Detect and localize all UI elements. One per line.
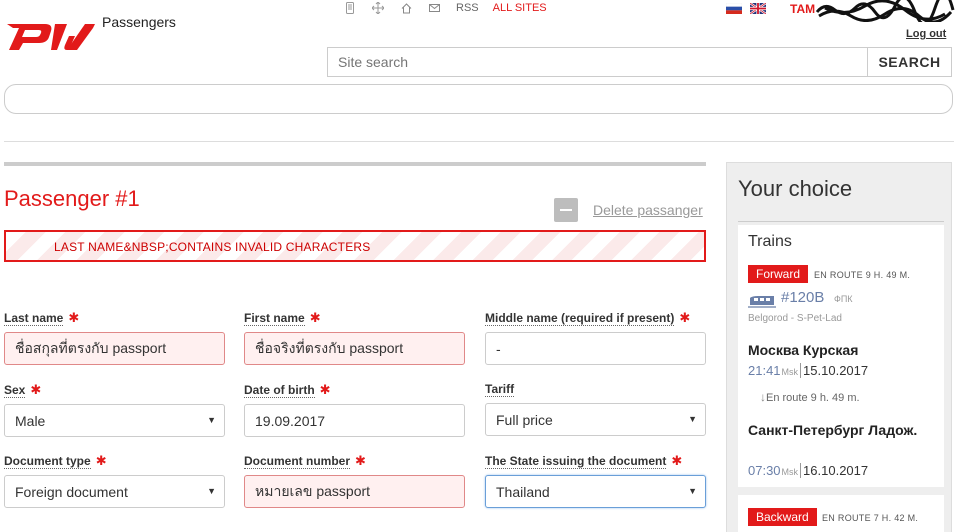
user-name[interactable]: TAM (790, 2, 815, 16)
dob-label: Date of birth (244, 382, 315, 398)
required-icon: ✱ (68, 310, 80, 325)
arr-date: 16.10.2017 (800, 463, 869, 478)
first-name-input[interactable]: ชื่อจริงที่ตรงกับ passport (244, 332, 465, 365)
forward-route-time: EN ROUTE 9 H. 49 M. (814, 270, 911, 280)
your-choice-panel: Your choice Trains Forward EN ROUTE 9 H.… (726, 162, 952, 532)
state-select[interactable]: Thailand (485, 475, 706, 508)
doc-number-group: Document number ✱ หมายเลข passport (244, 453, 465, 508)
divider (4, 141, 954, 142)
middle-name-input[interactable]: - (485, 332, 706, 365)
minus-icon[interactable] (554, 198, 578, 222)
forward-badge: Forward (748, 265, 809, 283)
arrival-station: Санкт-Петербург Ладож. (748, 422, 918, 438)
doc-type-select[interactable]: Foreign document (4, 475, 225, 508)
rzd-logo[interactable] (5, 14, 97, 57)
last-name-label: Last name (4, 310, 64, 326)
train-route: Belgorod - S-Pet-Lad (748, 313, 842, 324)
sitemap-icon[interactable] (364, 2, 392, 14)
trains-heading: Trains (748, 233, 792, 250)
arr-tz: Msk (781, 467, 799, 477)
error-text: LAST NAME&NBSP;CONTAINS INVALID CHARACTE… (54, 240, 371, 254)
train-card-backward: Backward EN ROUTE 7 H. 42 M. (738, 495, 944, 532)
logout-link[interactable]: Log out (906, 28, 946, 40)
home-icon[interactable] (392, 2, 420, 14)
search-button[interactable]: SEARCH (867, 48, 951, 76)
site-name: Passengers (102, 14, 176, 30)
train-number[interactable]: #120B (781, 289, 824, 306)
departure-time: 21:41Msk 15.10.2017 (748, 363, 869, 378)
dob-group: Date of birth ✱ 19.09.2017 (244, 382, 465, 437)
sex-label: Sex (4, 382, 26, 398)
first-name-label: First name (244, 310, 305, 326)
required-icon: ✱ (671, 453, 683, 468)
rss-link[interactable]: RSS (456, 2, 479, 14)
dep-date: 15.10.2017 (800, 363, 869, 378)
train-company: ФПК (834, 294, 853, 304)
language-switcher (726, 3, 766, 14)
required-icon: ✱ (95, 453, 107, 468)
train-icon (748, 296, 776, 308)
doc-type-label: Document type (4, 453, 91, 469)
last-name-group: Last name ✱ ชื่อสกุลที่ตรงกับ passport (4, 310, 225, 365)
doc-number-input[interactable]: หมายเลข passport (244, 475, 465, 508)
required-icon: ✱ (679, 310, 691, 325)
doc-number-label: Document number (244, 453, 351, 469)
russian-flag-icon[interactable] (726, 3, 742, 14)
dob-input[interactable]: 19.09.2017 (244, 404, 465, 437)
search-input[interactable] (328, 48, 867, 76)
doc-type-group: Document type ✱ Foreign document (4, 453, 225, 508)
en-route-duration: ↓En route 9 h. 49 m. (760, 390, 860, 404)
tariff-select[interactable]: Full price (485, 403, 706, 436)
tariff-label: Tariff (485, 382, 515, 397)
middle-name-group: Middle name (required if present) ✱ - (485, 310, 706, 365)
redacted-scribble (815, 0, 955, 22)
passenger-title: Passenger #1 (4, 186, 140, 211)
top-nav: RSS ALL SITES (336, 2, 547, 14)
required-icon: ✱ (319, 382, 331, 397)
last-name-input[interactable]: ชื่อสกุลที่ตรงกับ passport (4, 332, 225, 365)
divider (738, 221, 944, 222)
sex-group: Sex ✱ Male (4, 382, 225, 437)
tariff-group: Tariff Full price (485, 382, 706, 436)
state-group: The State issuing the document ✱ Thailand (485, 453, 706, 508)
required-icon: ✱ (309, 310, 321, 325)
backward-route-time: EN ROUTE 7 H. 42 M. (822, 513, 919, 523)
site-search: SEARCH (327, 47, 952, 77)
delete-passenger-link[interactable]: Delete passanger (593, 202, 703, 218)
required-icon: ✱ (30, 382, 42, 397)
train-card-forward: Trains Forward EN ROUTE 9 H. 49 M. #120B… (738, 225, 944, 487)
your-choice-title: Your choice (738, 176, 853, 201)
arrival-time: 07:30Msk 16.10.2017 (748, 463, 869, 478)
first-name-group: First name ✱ ชื่อจริงที่ตรงกับ passport (244, 310, 465, 365)
breadcrumb-bar (4, 84, 953, 114)
middle-name-label: Middle name (required if present) (485, 310, 675, 326)
sex-select[interactable]: Male (4, 404, 225, 437)
mobile-icon[interactable] (336, 2, 364, 14)
section-divider (4, 162, 706, 166)
arr-time: 07:30 (748, 463, 781, 478)
dep-time: 21:41 (748, 363, 781, 378)
departure-station: Москва Курская (748, 342, 859, 358)
required-icon: ✱ (355, 453, 366, 468)
dep-tz: Msk (781, 367, 799, 377)
uk-flag-icon[interactable] (750, 3, 766, 14)
all-sites-link[interactable]: ALL SITES (493, 2, 547, 14)
state-label: The State issuing the document (485, 453, 667, 469)
error-message: LAST NAME&NBSP;CONTAINS INVALID CHARACTE… (4, 230, 706, 262)
mail-icon[interactable] (420, 2, 448, 14)
backward-badge: Backward (748, 508, 817, 526)
